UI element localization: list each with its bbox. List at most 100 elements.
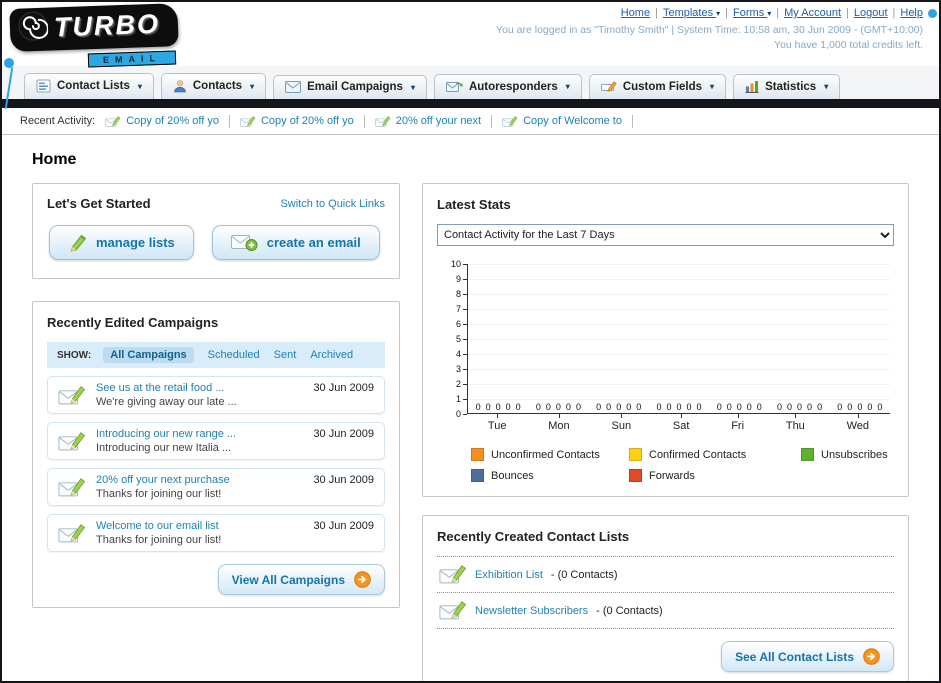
campaign-title-link[interactable]: Welcome to our email list <box>96 520 303 532</box>
recent-activity-bar: Recent Activity: Copy of 20% off yo Copy … <box>2 108 939 135</box>
bar-value-label: 0 <box>666 402 672 412</box>
campaigns-filter-scheduled[interactable]: Scheduled <box>208 349 260 361</box>
view-all-campaigns-button[interactable]: View All Campaigns <box>217 564 385 595</box>
x-axis-label: Mon <box>548 414 570 432</box>
envelope-pencil-icon <box>58 384 86 407</box>
campaign-text: See us at the retail food ... We're givin… <box>96 382 303 408</box>
campaigns-filter-archived[interactable]: Archived <box>310 349 353 361</box>
recent-activity-item[interactable]: Copy of 20% off yo <box>105 115 219 128</box>
y-axis-tick: 2 <box>456 379 467 389</box>
nav-tab-custom-fields[interactable]: Custom Fields ▾ <box>588 74 727 99</box>
y-axis-label: 2 <box>455 379 461 389</box>
nav-tab-label: Statistics <box>765 80 817 93</box>
top-link-home[interactable]: Home <box>621 7 650 19</box>
campaign-row: See us at the retail food ... We're givin… <box>47 376 385 414</box>
top-link-my-account[interactable]: My Account <box>784 7 841 19</box>
pencil-icon <box>68 234 87 252</box>
legend-label: Confirmed Contacts <box>649 448 747 461</box>
bar-value-label: 0 <box>515 402 521 412</box>
contact-list-count: - (0 Contacts) <box>550 568 618 581</box>
campaigns-filter-all-campaigns[interactable]: All Campaigns <box>103 347 194 363</box>
campaign-title-link[interactable]: Introducing our new range ... <box>96 428 303 440</box>
create-email-button[interactable]: create an email <box>211 225 380 260</box>
y-axis-label: 6 <box>455 319 461 329</box>
custom-fields-icon <box>600 80 617 93</box>
nav-tab-contact-lists[interactable]: Contact Lists ▾ <box>24 73 154 99</box>
campaign-date: 30 Jun 2009 <box>313 428 374 440</box>
header-right: Home | Templates ▾ | Forms ▾ | My Account | Logo… <box>496 7 923 51</box>
envelope-small-icon <box>105 115 121 128</box>
switch-quick-links-link[interactable]: Switch to Quick Links <box>280 198 385 210</box>
logo-title: TURBO <box>53 8 161 43</box>
campaigns-filter-sent[interactable]: Sent <box>274 349 297 361</box>
app-logo[interactable]: TURBO EMAIL <box>9 3 179 68</box>
top-link-templates[interactable]: Templates ▾ <box>663 7 720 19</box>
legend-swatch <box>801 448 814 461</box>
x-axis-label: Sun <box>611 414 631 432</box>
bar-value-label: 0 <box>535 402 541 412</box>
top-link-forms[interactable]: Forms ▾ <box>733 7 771 19</box>
activity-separator <box>631 114 633 128</box>
contact-lists-rows: Exhibition List - (0 Contacts) Newsletter … <box>437 556 894 629</box>
legend-item-forwards: Forwards <box>629 469 801 482</box>
y-axis-tick: 7 <box>456 304 467 314</box>
stats-title: Latest Stats <box>437 197 511 212</box>
bar-value-label: 0 <box>626 402 632 412</box>
bar-value-label: 0 <box>716 402 722 412</box>
nav-tab-contacts[interactable]: Contacts ▾ <box>160 73 267 99</box>
nav-tab-label: Autoresponders <box>468 80 558 93</box>
envelope-pencil-icon <box>439 563 467 586</box>
bar-value-label: 0 <box>777 402 783 412</box>
bar-value-label: 0 <box>746 402 752 412</box>
chevron-down-icon: ▾ <box>710 82 715 91</box>
campaign-title-link[interactable]: See us at the retail food ... <box>96 382 303 394</box>
manage-lists-button[interactable]: manage lists <box>49 225 194 260</box>
credits-status: You have 1,000 total credits left. <box>773 39 923 51</box>
link-separator: | <box>846 7 849 19</box>
nav-tab-email-campaigns[interactable]: Email Campaigns ▾ <box>273 75 427 99</box>
bar-group-tue: 00000 <box>476 402 521 412</box>
y-axis-label: 3 <box>455 364 461 374</box>
bar-value-label: 0 <box>676 402 682 412</box>
activity-separator <box>228 114 230 128</box>
bar-value-label: 0 <box>797 402 803 412</box>
bar-value-label: 0 <box>726 402 732 412</box>
chart-x-labels: Tue Mon Sun Sat Fri Thu Wed <box>467 414 890 432</box>
arrow-circle-icon <box>863 648 880 665</box>
link-separator: | <box>655 7 658 19</box>
recent-activity-item[interactable]: 20% off your next <box>374 115 482 128</box>
bar-value-label: 0 <box>696 402 702 412</box>
legend-label: Unsubscribes <box>821 448 888 461</box>
recent-activity-item[interactable]: Copy of 20% off yo <box>240 115 354 128</box>
get-started-panel: Let's Get Started Switch to Quick Links … <box>32 183 400 279</box>
y-axis-tick: 3 <box>456 364 467 374</box>
stats-period-select[interactable]: Contact Activity for the Last 7 Days <box>437 224 894 246</box>
recent-activity-item[interactable]: Copy of Welcome to <box>502 115 622 128</box>
top-link-help[interactable]: Help <box>900 7 923 19</box>
contact-list-link[interactable]: Newsletter Subscribers <box>475 605 588 617</box>
autoresponders-icon <box>445 80 463 93</box>
recent-activity-item-label: 20% off your next <box>395 115 482 127</box>
link-separator: | <box>725 7 729 19</box>
contact-list-link[interactable]: Exhibition List <box>475 569 543 581</box>
link-separator: | <box>892 7 896 19</box>
see-all-contact-lists-button[interactable]: See All Contact Lists <box>721 641 894 672</box>
y-axis-tick: 8 <box>456 289 467 299</box>
snail-swirl-icon <box>17 11 49 47</box>
logo-subtitle: EMAIL <box>87 50 177 68</box>
campaign-date: 30 Jun 2009 <box>313 474 374 486</box>
y-axis-label: 7 <box>455 304 461 314</box>
campaign-title-link[interactable]: 20% off your next purchase <box>96 474 303 486</box>
create-email-label: create an email <box>266 235 361 250</box>
view-all-campaigns-label: View All Campaigns <box>231 572 345 587</box>
nav-tab-statistics[interactable]: Statistics ▾ <box>733 74 841 99</box>
campaigns-title: Recently Edited Campaigns <box>47 315 219 330</box>
campaigns-filter-bar: SHOW: All Campaigns Scheduled Sent Archived <box>47 342 385 368</box>
nav-tab-autoresponders[interactable]: Autoresponders ▾ <box>433 74 582 99</box>
main-content: Home Let's Get Started Switch to Quick L… <box>2 135 939 681</box>
chevron-down-icon: ▾ <box>250 81 255 91</box>
contact-lists-icon <box>36 79 51 93</box>
top-link-logout[interactable]: Logout <box>854 7 888 19</box>
envelope-pencil-icon <box>58 522 86 545</box>
bar-value-label: 0 <box>505 402 511 412</box>
